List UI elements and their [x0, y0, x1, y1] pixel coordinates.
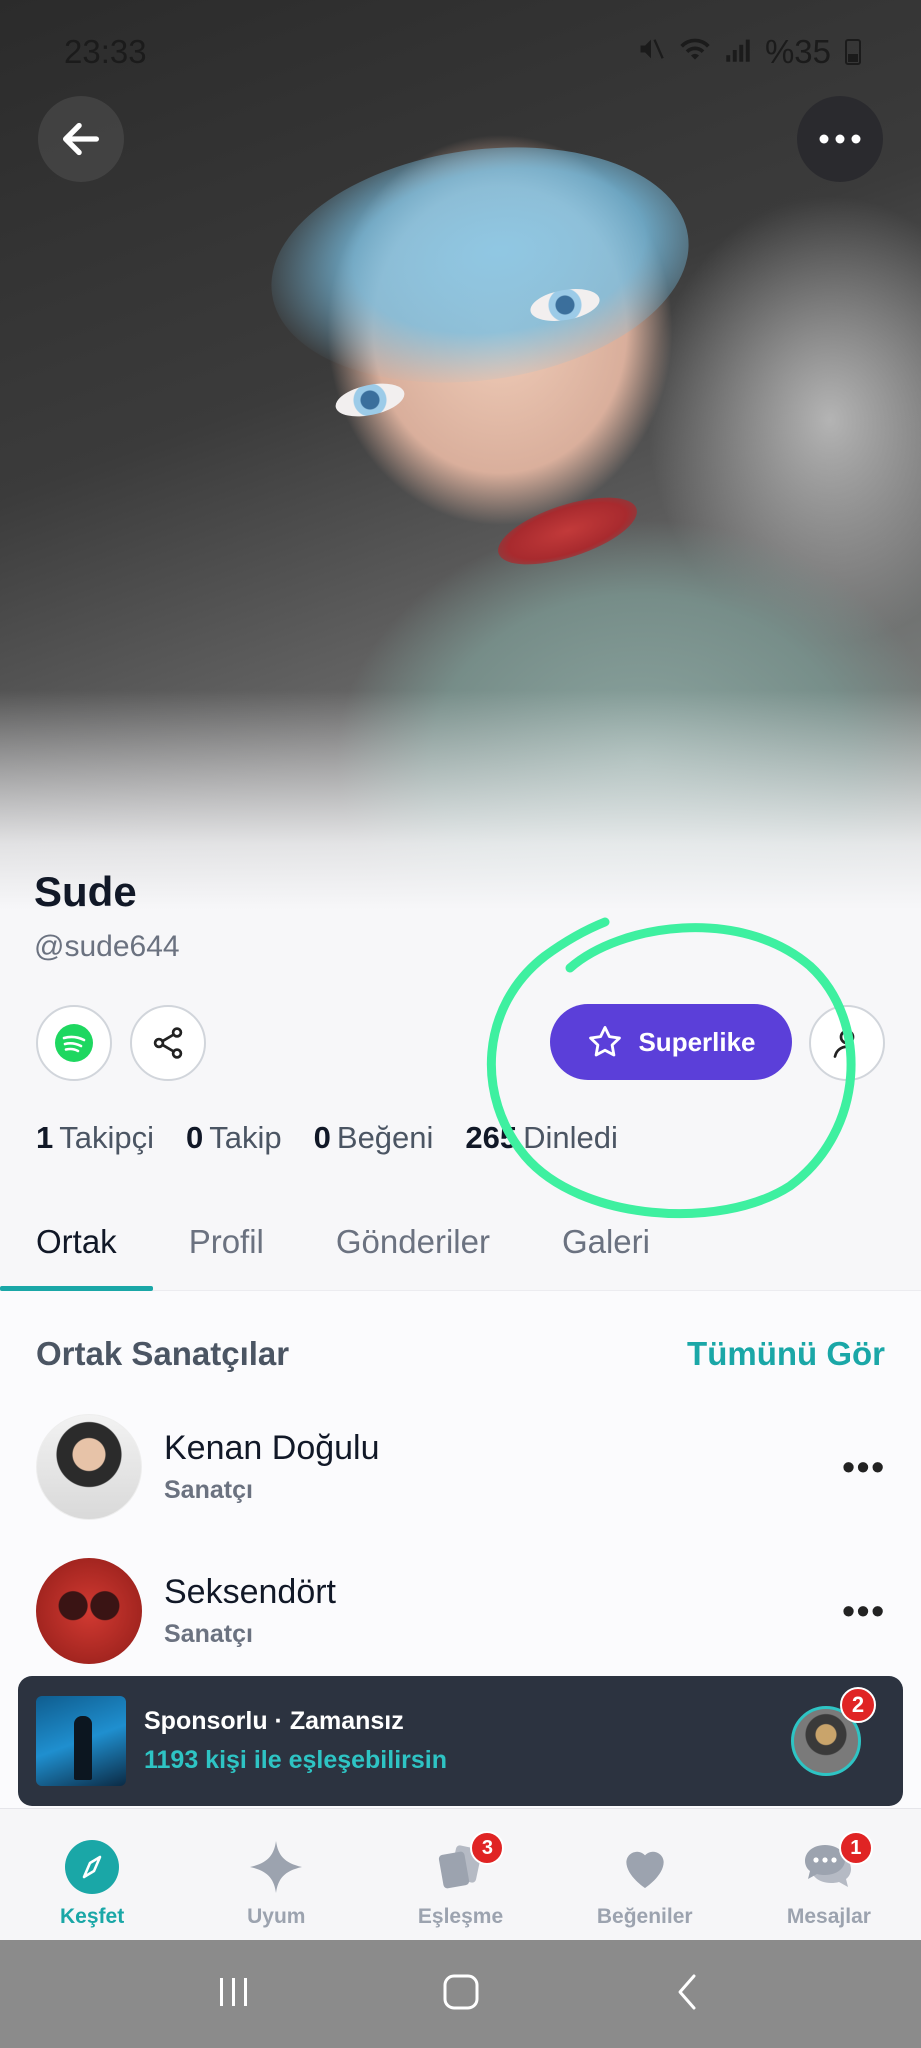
tab-gonderiler[interactable]: Gönderiler — [300, 1205, 526, 1291]
system-navigation-bar — [0, 1940, 921, 2048]
light-reflection — [256, 121, 704, 409]
photo-lips — [490, 483, 645, 579]
sponsor-subtitle: 1193 kişi ile eşleşebilirsin — [144, 1746, 447, 1774]
likes-stat[interactable]: 0 Beğeni — [314, 1120, 434, 1156]
listened-stat: 265 Dinledi — [465, 1120, 618, 1155]
nav-begeniler[interactable]: Beğeniler — [553, 1809, 737, 1940]
back-button[interactable] — [38, 96, 124, 182]
user-icon — [833, 1029, 855, 1058]
tab-ortak[interactable]: Ortak — [0, 1205, 153, 1291]
notification-badge: 2 — [840, 1687, 876, 1723]
nav-uyum[interactable]: Uyum — [184, 1809, 368, 1940]
share-icon — [153, 1027, 183, 1059]
tab-galeri[interactable]: Galeri — [526, 1205, 686, 1291]
recent-apps-icon[interactable] — [214, 1972, 254, 2017]
more-dots-icon[interactable]: ••• — [842, 1590, 886, 1632]
wifi-icon — [679, 33, 711, 71]
home-icon[interactable] — [441, 1972, 481, 2017]
nav-label: Beğeniler — [596, 1905, 693, 1928]
nav-label: Mesajlar — [786, 1905, 871, 1928]
bottom-navigation: Keşfet Uyum 3 Eşleşme Beğeniler 1 Mesajl… — [0, 1808, 921, 1940]
nav-label: Eşleşme — [417, 1905, 504, 1928]
battery-text: %35 — [764, 33, 831, 70]
more-dots-icon — [819, 134, 861, 144]
star-icon — [589, 1026, 622, 1057]
profile-stats: 1 Takipçi 0 Takip 0 Beğeni 265 Dinledi — [36, 1120, 618, 1156]
status-bar: 23:33 %35 — [64, 30, 861, 74]
superlike-label: Superlike — [638, 1026, 756, 1057]
compass-icon — [64, 1839, 120, 1895]
sponsored-banner[interactable]: Sponsorlu · Zamansız 1193 kişi ile eşleş… — [18, 1676, 903, 1806]
spotify-button[interactable] — [36, 1005, 112, 1081]
nav-mesajlar[interactable]: 1 Mesajlar — [737, 1809, 921, 1940]
notification-badge: 1 — [838, 1831, 873, 1865]
followers-stat[interactable]: 1 Takipçi — [36, 1120, 154, 1156]
artist-type: Sanatçı — [164, 1476, 253, 1504]
heart-icon — [617, 1839, 673, 1895]
nav-eslesme[interactable]: 3 Eşleşme — [368, 1809, 552, 1940]
more-options-button[interactable] — [797, 96, 883, 182]
see-all-link[interactable]: Tümünü Gör — [687, 1335, 885, 1373]
artist-name: Seksendört — [164, 1573, 336, 1611]
artist-name: Kenan Doğulu — [164, 1429, 380, 1467]
photo-eye — [332, 378, 408, 422]
list-item[interactable]: Kenan Doğulu Sanatçı ••• — [36, 1412, 886, 1522]
sponsor-thumbnail — [36, 1696, 126, 1786]
artist-type: Sanatçı — [164, 1620, 253, 1648]
back-nav-icon[interactable] — [668, 1972, 708, 2017]
spotify-icon — [55, 1024, 93, 1062]
avatar — [36, 1558, 142, 1664]
share-button[interactable] — [130, 1005, 206, 1081]
battery-icon — [845, 39, 861, 65]
nav-label: Uyum — [247, 1905, 306, 1928]
list-item[interactable]: Seksendört Sanatçı ••• — [36, 1556, 886, 1666]
nav-label: Keşfet — [60, 1905, 125, 1928]
tab-profil[interactable]: Profil — [153, 1205, 300, 1291]
avatar — [36, 1414, 142, 1520]
status-time: 23:33 — [64, 33, 147, 70]
more-dots-icon[interactable]: ••• — [842, 1446, 886, 1488]
nav-kesfet[interactable]: Keşfet — [0, 1809, 184, 1940]
superlike-button[interactable]: Superlike — [550, 1004, 792, 1080]
profile-photo[interactable] — [0, 0, 921, 910]
signal-icon — [725, 33, 751, 71]
follow-user-button[interactable] — [809, 1005, 885, 1081]
following-stat[interactable]: 0 Takip — [186, 1120, 282, 1156]
sparkle-icon — [248, 1839, 304, 1895]
arrow-left-icon — [62, 122, 100, 156]
sponsor-title: Sponsorlu · Zamansız — [144, 1707, 404, 1735]
profile-tabs: Ortak Profil Gönderiler Galeri — [0, 1205, 921, 1291]
notification-badge: 3 — [470, 1831, 505, 1865]
section-title: Ortak Sanatçılar — [36, 1335, 290, 1372]
profile-handle: @sude644 — [34, 930, 180, 963]
avatar[interactable]: 2 — [791, 1687, 876, 1776]
profile-name: Sude — [34, 868, 137, 915]
mute-icon — [637, 33, 665, 71]
